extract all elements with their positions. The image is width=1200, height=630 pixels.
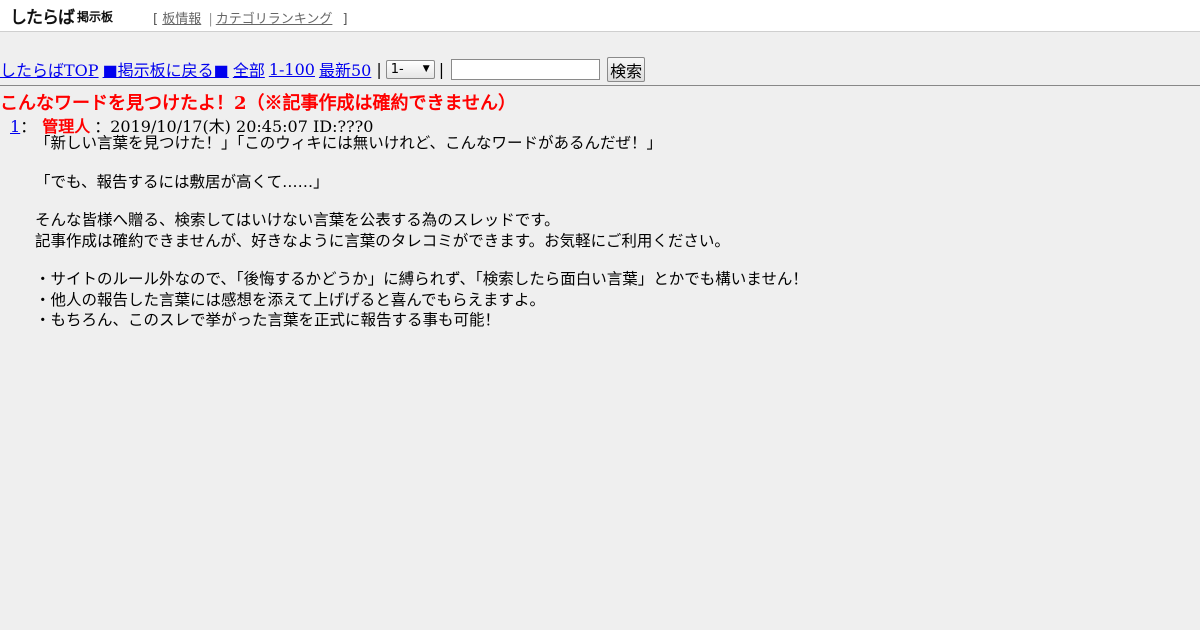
show-all-link[interactable]: 全部 bbox=[233, 57, 265, 81]
post-body: 「新しい言葉を見つけた！」「このウィキには無いけれど、こんなワードがあるんだぜ！… bbox=[35, 133, 808, 331]
range-select-value: 1- bbox=[390, 61, 404, 77]
header-divider bbox=[0, 85, 1200, 86]
latest-50-link[interactable]: 最新50 bbox=[319, 57, 371, 81]
post-number-colon: ： bbox=[20, 117, 37, 136]
bracket-open: [ bbox=[153, 12, 159, 27]
board-header-links: [ 板情報 | カテゴリランキング ] bbox=[153, 8, 348, 27]
bracket-close: ] bbox=[342, 12, 348, 27]
dropdown-arrow-icon: ▼ bbox=[422, 64, 430, 74]
post-number-link[interactable]: 1 bbox=[10, 117, 20, 136]
nav-separator: | bbox=[376, 59, 382, 79]
posts-1-100-link[interactable]: 1-100 bbox=[269, 60, 315, 79]
nav-separator-2: | bbox=[438, 59, 445, 79]
logo-text: したらば bbox=[10, 7, 75, 28]
shitaraba-logo[interactable]: したらば 掲示板 bbox=[10, 5, 114, 28]
post-line: ・サイトのルール外なので、「後悔するかどうか」に縛られず、「検索したら面白い言葉… bbox=[35, 270, 808, 288]
post-line: ・もちろん、このスレで挙がった言葉を正式に報告する事も可能！ bbox=[35, 311, 501, 329]
thread-search-input[interactable] bbox=[451, 58, 601, 80]
post-line: 記事作成は確約できませんが、好きなように言葉のタレコミができます。お気軽にご利用… bbox=[35, 231, 730, 250]
post-line: そんな皆様へ贈る、検索してはいけない言葉を公表する為のスレッドです。 bbox=[35, 211, 560, 229]
range-select[interactable]: 1- ▼ bbox=[385, 59, 435, 79]
thread-title: こんなワードを見つけたよ！2（※記事作成は確約できません） bbox=[0, 93, 516, 114]
board-info-link[interactable]: 板情報 bbox=[162, 12, 201, 27]
back-to-board-link[interactable]: ■掲示板に戻る■ bbox=[103, 57, 229, 81]
site-header: したらば 掲示板 [ 板情報 | カテゴリランキング ] bbox=[0, 0, 1200, 32]
post-line: ・他人の報告した言葉には感想を添えて上げげると喜んでもらえますよ。 bbox=[35, 290, 545, 309]
logo-subtext: 掲示板 bbox=[77, 10, 114, 24]
search-button[interactable]: 検索 bbox=[607, 56, 646, 82]
shitaraba-top-link[interactable]: したらばTOP bbox=[0, 57, 99, 81]
thread-nav-bar: したらばTOP ■掲示板に戻る■ 全部 1-100 最新50 | 1- ▼ | … bbox=[0, 56, 646, 82]
category-ranking-link[interactable]: カテゴリランキング bbox=[216, 12, 333, 27]
post-line: 「新しい言葉を見つけた！」「このウィキには無いけれど、こんなワードがあるんだぜ！… bbox=[35, 134, 662, 152]
post-line: 「でも、報告するには敷居が高くて……」 bbox=[35, 172, 329, 191]
link-separator: | bbox=[208, 12, 213, 27]
